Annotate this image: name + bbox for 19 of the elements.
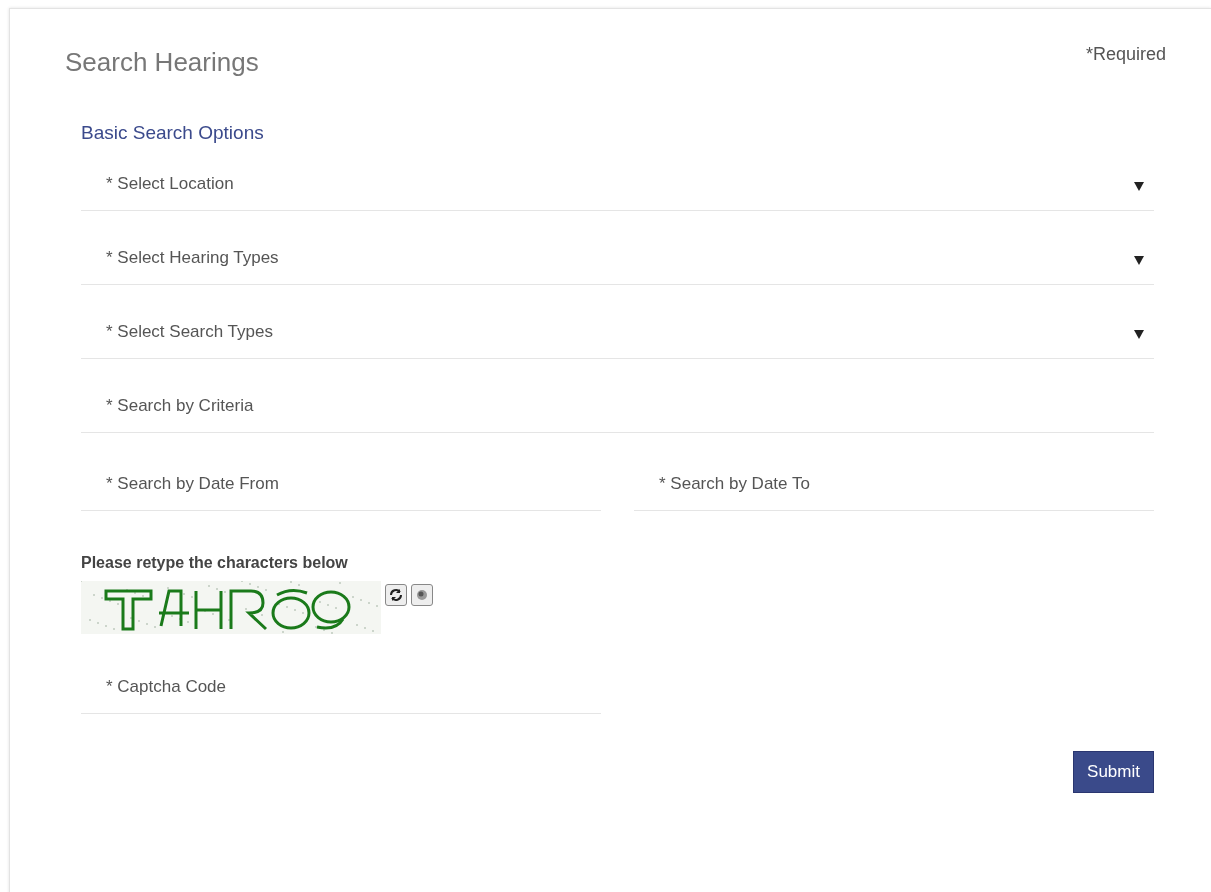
page-title: Search Hearings (65, 49, 259, 75)
submit-button[interactable]: Submit (1073, 750, 1154, 793)
section-title: Basic Search Options (81, 121, 265, 145)
captcha-field[interactable]: * Captcha Code (81, 661, 601, 714)
date-field[interactable]: * Search by Date From (81, 458, 601, 511)
refresh-icon (389, 587, 403, 602)
circle-icon (416, 588, 428, 601)
select-dropdown[interactable]: * Select Search Types (81, 306, 1154, 359)
refresh-button[interactable] (385, 583, 407, 606)
date-field[interactable]: * Search by Date To (634, 458, 1154, 511)
input-field[interactable]: * Search by Criteria (81, 380, 1154, 433)
select-dropdown[interactable]: * Select Location (81, 158, 1154, 211)
caret-icon (1134, 329, 1144, 339)
caret-icon (1134, 181, 1144, 191)
captcha-prompt: Please retype the characters below (81, 552, 349, 573)
select-dropdown[interactable]: * Select Hearing Types (81, 232, 1154, 285)
caret-icon (1134, 255, 1144, 265)
audio-button[interactable] (411, 583, 433, 606)
required-note: *Required (1085, 45, 1166, 63)
